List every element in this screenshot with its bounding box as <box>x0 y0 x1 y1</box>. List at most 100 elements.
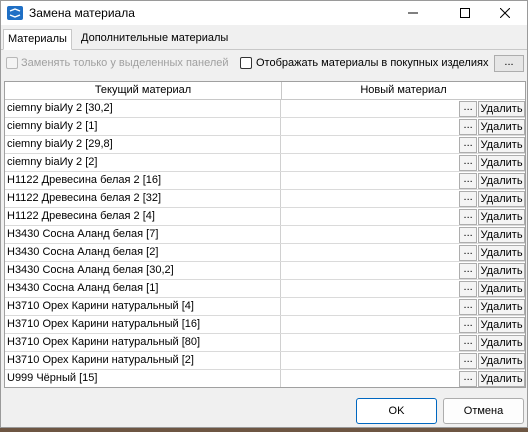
browse-material-button[interactable]: ... <box>459 191 478 207</box>
table-row[interactable]: H3710 Орех Карини натуральный [4]... Удал… <box>5 298 525 316</box>
delete-button[interactable]: Удалить <box>478 119 525 135</box>
delete-button[interactable]: Удалить <box>478 263 525 279</box>
table-row[interactable]: H3710 Орех Карини натуральный [2]... Удал… <box>5 352 525 370</box>
replace-material-dialog: Замена материала Материалы Дополнительны… <box>0 0 528 428</box>
replace-selected-checkbox[interactable] <box>6 57 18 69</box>
browse-material-button[interactable]: ... <box>459 245 478 261</box>
delete-button[interactable]: Удалить <box>478 155 525 171</box>
new-material-cell[interactable] <box>281 334 459 351</box>
browse-material-button[interactable]: ... <box>459 281 478 297</box>
table-row[interactable]: H3430 Сосна Аланд белая [2]... Удалить <box>5 244 525 262</box>
browse-material-button[interactable]: ... <box>459 335 478 351</box>
tab-materials[interactable]: Материалы <box>3 29 72 50</box>
new-material-cell[interactable] <box>281 118 459 135</box>
browse-material-button[interactable]: ... <box>459 371 478 387</box>
table-row[interactable]: H3430 Сосна Аланд белая [30,2]... Удалить <box>5 262 525 280</box>
table-row[interactable]: H3430 Сосна Аланд белая [1]... Удалить <box>5 280 525 298</box>
delete-button[interactable]: Удалить <box>478 371 525 387</box>
materials-table: Текущий материал Новый материал ciemny b… <box>4 81 526 388</box>
delete-button[interactable]: Удалить <box>478 245 525 261</box>
new-material-cell[interactable] <box>281 352 459 369</box>
current-material-cell: H1122 Древесина белая 2 [16] <box>5 172 282 189</box>
new-material-cell[interactable] <box>281 154 459 171</box>
new-material-cell[interactable] <box>281 244 459 261</box>
table-row[interactable]: ciemny biaИу 2 [1]... Удалить <box>5 118 525 136</box>
browse-material-button[interactable]: ... <box>459 353 478 369</box>
browse-material-button[interactable]: ... <box>459 299 478 315</box>
delete-button[interactable]: Удалить <box>478 209 525 225</box>
replace-selected-label: Заменять только у выделенных панелей <box>21 57 229 69</box>
delete-button[interactable]: Удалить <box>478 335 525 351</box>
new-material-cell[interactable] <box>281 262 459 279</box>
table-row[interactable]: ciemny biaИу 2 [29,8]... Удалить <box>5 136 525 154</box>
title-bar[interactable]: Замена материала <box>1 1 527 25</box>
show-purchased-label: Отображать материалы в покупных изделиях <box>256 57 489 69</box>
column-header-current: Текущий материал <box>5 82 282 99</box>
current-material-cell: H3710 Орех Карини натуральный [2] <box>5 352 282 369</box>
new-material-cell[interactable] <box>281 280 459 297</box>
options-row: Заменять только у выделенных панелей Ото… <box>1 55 527 75</box>
current-material-cell: H3430 Сосна Аланд белая [7] <box>5 226 282 243</box>
column-header-new: Новый материал <box>360 84 447 96</box>
maximize-button[interactable] <box>443 1 487 25</box>
new-material-cell[interactable] <box>281 298 459 315</box>
new-material-cell[interactable] <box>281 136 459 153</box>
table-header: Текущий материал Новый материал <box>5 82 525 100</box>
current-material-cell: H1122 Древесина белая 2 [4] <box>5 208 282 225</box>
cancel-button[interactable]: Отмена <box>443 398 524 424</box>
browse-material-button[interactable]: ... <box>459 137 478 153</box>
table-row[interactable]: H1122 Древесина белая 2 [16]... Удалить <box>5 172 525 190</box>
browse-material-button[interactable]: ... <box>459 209 478 225</box>
current-material-cell: ciemny biaИу 2 [30,2] <box>5 100 282 117</box>
desktop-background <box>0 428 528 432</box>
table-body: ciemny biaИу 2 [30,2]... Удалить ciemny bi… <box>5 100 525 387</box>
delete-button[interactable]: Удалить <box>478 191 525 207</box>
minimize-button[interactable] <box>391 1 435 25</box>
new-material-cell[interactable] <box>281 208 459 225</box>
delete-button[interactable]: Удалить <box>478 137 525 153</box>
delete-button[interactable]: Удалить <box>478 281 525 297</box>
tab-strip: Материалы Дополнительные материалы <box>1 29 527 50</box>
new-material-cell[interactable] <box>281 172 459 189</box>
new-material-cell[interactable] <box>281 100 459 117</box>
browse-material-button[interactable]: ... <box>459 155 478 171</box>
delete-button[interactable]: Удалить <box>478 227 525 243</box>
new-material-cell[interactable] <box>281 316 459 333</box>
table-row[interactable]: H3710 Орех Карини натуральный [80]... Уда… <box>5 334 525 352</box>
browse-material-button[interactable]: ... <box>459 317 478 333</box>
delete-button[interactable]: Удалить <box>478 101 525 117</box>
more-options-button[interactable]: ... <box>494 55 524 72</box>
table-row[interactable]: U999 Чёрный [15]... Удалить <box>5 370 525 387</box>
table-row[interactable]: H1122 Древесина белая 2 [4]... Удалить <box>5 208 525 226</box>
browse-material-button[interactable]: ... <box>459 119 478 135</box>
app-icon <box>7 6 23 20</box>
tab-additional-materials[interactable]: Дополнительные материалы <box>77 29 232 48</box>
close-button[interactable] <box>483 1 527 25</box>
table-row[interactable]: H3710 Орех Карини натуральный [16]... Уда… <box>5 316 525 334</box>
table-row[interactable]: ciemny biaИу 2 [2]... Удалить <box>5 154 525 172</box>
current-material-cell: H3430 Сосна Аланд белая [30,2] <box>5 262 282 279</box>
browse-material-button[interactable]: ... <box>459 227 478 243</box>
delete-button[interactable]: Удалить <box>478 299 525 315</box>
new-material-cell[interactable] <box>281 226 459 243</box>
table-row[interactable]: ciemny biaИу 2 [30,2]... Удалить <box>5 100 525 118</box>
ok-button[interactable]: OK <box>356 398 437 424</box>
show-purchased-checkbox[interactable] <box>240 57 252 69</box>
browse-material-button[interactable]: ... <box>459 173 478 189</box>
delete-button[interactable]: Удалить <box>478 353 525 369</box>
delete-button[interactable]: Удалить <box>478 317 525 333</box>
new-material-cell[interactable] <box>281 370 459 387</box>
minimize-icon <box>408 12 418 14</box>
current-material-cell: H3430 Сосна Аланд белая [1] <box>5 280 282 297</box>
browse-material-button[interactable]: ... <box>459 263 478 279</box>
close-icon <box>500 8 510 18</box>
table-row[interactable]: H3430 Сосна Аланд белая [7]... Удалить <box>5 226 525 244</box>
current-material-cell: H3430 Сосна Аланд белая [2] <box>5 244 282 261</box>
current-material-cell: ciemny biaИу 2 [29,8] <box>5 136 282 153</box>
delete-button[interactable]: Удалить <box>478 173 525 189</box>
new-material-cell[interactable] <box>281 190 459 207</box>
maximize-icon <box>460 8 470 18</box>
browse-material-button[interactable]: ... <box>459 101 478 117</box>
current-material-cell: H3710 Орех Карини натуральный [80] <box>5 334 282 351</box>
table-row[interactable]: H1122 Древесина белая 2 [32]... Удалить <box>5 190 525 208</box>
